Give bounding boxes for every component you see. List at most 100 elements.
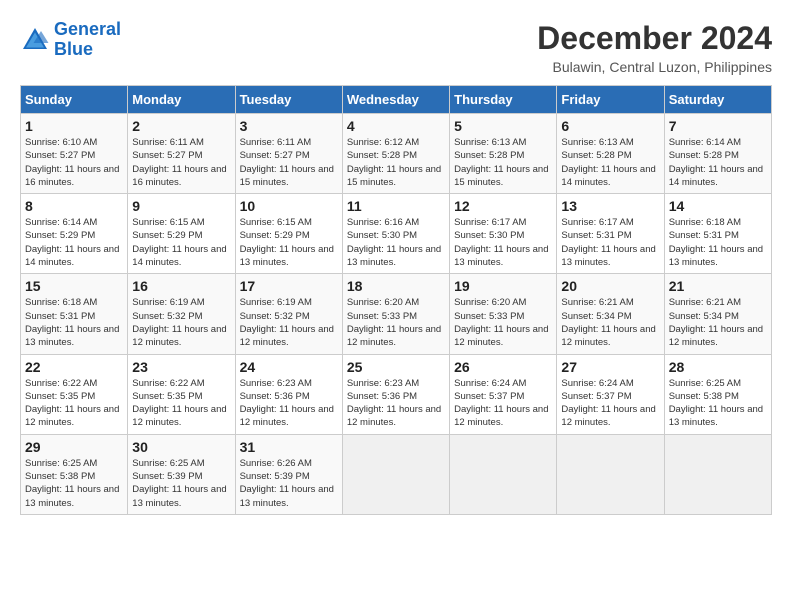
day-number: 3 — [240, 118, 338, 134]
day-number: 18 — [347, 278, 445, 294]
sunset-text: Sunset: 5:37 PM — [561, 391, 631, 402]
sunset-text: Sunset: 5:38 PM — [669, 391, 739, 402]
calendar-cell: 10 Sunrise: 6:15 AM Sunset: 5:29 PM Dayl… — [235, 194, 342, 274]
calendar-cell: 6 Sunrise: 6:13 AM Sunset: 5:28 PM Dayli… — [557, 114, 664, 194]
week-row-5: 29 Sunrise: 6:25 AM Sunset: 5:38 PM Dayl… — [21, 434, 772, 514]
logo-text: General Blue — [54, 20, 121, 60]
weekday-sunday: Sunday — [21, 86, 128, 114]
day-number: 6 — [561, 118, 659, 134]
daylight-text: Daylight: 11 hours and 16 minutes. — [25, 164, 119, 188]
day-detail: Sunrise: 6:24 AM Sunset: 5:37 PM Dayligh… — [454, 377, 552, 430]
sunrise-text: Sunrise: 6:23 AM — [347, 378, 419, 389]
daylight-text: Daylight: 11 hours and 13 minutes. — [240, 244, 334, 268]
day-detail: Sunrise: 6:26 AM Sunset: 5:39 PM Dayligh… — [240, 457, 338, 510]
calendar-cell: 13 Sunrise: 6:17 AM Sunset: 5:31 PM Dayl… — [557, 194, 664, 274]
day-number: 4 — [347, 118, 445, 134]
day-number: 10 — [240, 198, 338, 214]
calendar-cell: 22 Sunrise: 6:22 AM Sunset: 5:35 PM Dayl… — [21, 354, 128, 434]
calendar-cell — [664, 434, 771, 514]
day-detail: Sunrise: 6:14 AM Sunset: 5:28 PM Dayligh… — [669, 136, 767, 189]
calendar-cell — [557, 434, 664, 514]
sunrise-text: Sunrise: 6:10 AM — [25, 137, 97, 148]
sunrise-text: Sunrise: 6:14 AM — [25, 217, 97, 228]
sunset-text: Sunset: 5:34 PM — [561, 311, 631, 322]
sunset-text: Sunset: 5:36 PM — [347, 391, 417, 402]
sunrise-text: Sunrise: 6:19 AM — [132, 297, 204, 308]
day-detail: Sunrise: 6:23 AM Sunset: 5:36 PM Dayligh… — [347, 377, 445, 430]
sunset-text: Sunset: 5:31 PM — [561, 230, 631, 241]
day-detail: Sunrise: 6:19 AM Sunset: 5:32 PM Dayligh… — [240, 296, 338, 349]
sunset-text: Sunset: 5:29 PM — [25, 230, 95, 241]
day-detail: Sunrise: 6:23 AM Sunset: 5:36 PM Dayligh… — [240, 377, 338, 430]
sunset-text: Sunset: 5:28 PM — [561, 150, 631, 161]
calendar-cell: 19 Sunrise: 6:20 AM Sunset: 5:33 PM Dayl… — [450, 274, 557, 354]
sunset-text: Sunset: 5:29 PM — [132, 230, 202, 241]
page-header: General Blue December 2024 Bulawin, Cent… — [20, 20, 772, 75]
daylight-text: Daylight: 11 hours and 12 minutes. — [347, 324, 441, 348]
day-detail: Sunrise: 6:22 AM Sunset: 5:35 PM Dayligh… — [25, 377, 123, 430]
calendar-cell: 20 Sunrise: 6:21 AM Sunset: 5:34 PM Dayl… — [557, 274, 664, 354]
daylight-text: Daylight: 11 hours and 12 minutes. — [561, 404, 655, 428]
daylight-text: Daylight: 11 hours and 15 minutes. — [240, 164, 334, 188]
sunrise-text: Sunrise: 6:12 AM — [347, 137, 419, 148]
day-detail: Sunrise: 6:18 AM Sunset: 5:31 PM Dayligh… — [25, 296, 123, 349]
sunset-text: Sunset: 5:34 PM — [669, 311, 739, 322]
daylight-text: Daylight: 11 hours and 13 minutes. — [132, 484, 226, 508]
weekday-saturday: Saturday — [664, 86, 771, 114]
daylight-text: Daylight: 11 hours and 14 minutes. — [25, 244, 119, 268]
week-row-1: 1 Sunrise: 6:10 AM Sunset: 5:27 PM Dayli… — [21, 114, 772, 194]
day-number: 20 — [561, 278, 659, 294]
daylight-text: Daylight: 11 hours and 12 minutes. — [347, 404, 441, 428]
title-block: December 2024 Bulawin, Central Luzon, Ph… — [537, 20, 772, 75]
day-number: 28 — [669, 359, 767, 375]
daylight-text: Daylight: 11 hours and 12 minutes. — [240, 324, 334, 348]
calendar-cell: 9 Sunrise: 6:15 AM Sunset: 5:29 PM Dayli… — [128, 194, 235, 274]
calendar-cell: 27 Sunrise: 6:24 AM Sunset: 5:37 PM Dayl… — [557, 354, 664, 434]
sunrise-text: Sunrise: 6:17 AM — [454, 217, 526, 228]
day-number: 2 — [132, 118, 230, 134]
daylight-text: Daylight: 11 hours and 13 minutes. — [240, 484, 334, 508]
weekday-tuesday: Tuesday — [235, 86, 342, 114]
week-row-4: 22 Sunrise: 6:22 AM Sunset: 5:35 PM Dayl… — [21, 354, 772, 434]
sunset-text: Sunset: 5:32 PM — [132, 311, 202, 322]
day-number: 9 — [132, 198, 230, 214]
sunset-text: Sunset: 5:39 PM — [240, 471, 310, 482]
day-number: 8 — [25, 198, 123, 214]
daylight-text: Daylight: 11 hours and 13 minutes. — [669, 244, 763, 268]
weekday-wednesday: Wednesday — [342, 86, 449, 114]
sunset-text: Sunset: 5:35 PM — [25, 391, 95, 402]
daylight-text: Daylight: 11 hours and 12 minutes. — [132, 404, 226, 428]
calendar-cell: 4 Sunrise: 6:12 AM Sunset: 5:28 PM Dayli… — [342, 114, 449, 194]
sunset-text: Sunset: 5:36 PM — [240, 391, 310, 402]
day-number: 11 — [347, 198, 445, 214]
location: Bulawin, Central Luzon, Philippines — [537, 59, 772, 75]
daylight-text: Daylight: 11 hours and 12 minutes. — [561, 324, 655, 348]
day-number: 5 — [454, 118, 552, 134]
daylight-text: Daylight: 11 hours and 13 minutes. — [454, 244, 548, 268]
calendar-cell: 24 Sunrise: 6:23 AM Sunset: 5:36 PM Dayl… — [235, 354, 342, 434]
sunrise-text: Sunrise: 6:18 AM — [25, 297, 97, 308]
daylight-text: Daylight: 11 hours and 12 minutes. — [25, 404, 119, 428]
day-detail: Sunrise: 6:11 AM Sunset: 5:27 PM Dayligh… — [240, 136, 338, 189]
daylight-text: Daylight: 11 hours and 13 minutes. — [25, 324, 119, 348]
sunset-text: Sunset: 5:28 PM — [347, 150, 417, 161]
daylight-text: Daylight: 11 hours and 14 minutes. — [132, 244, 226, 268]
day-number: 24 — [240, 359, 338, 375]
day-detail: Sunrise: 6:10 AM Sunset: 5:27 PM Dayligh… — [25, 136, 123, 189]
calendar-cell: 18 Sunrise: 6:20 AM Sunset: 5:33 PM Dayl… — [342, 274, 449, 354]
sunrise-text: Sunrise: 6:11 AM — [240, 137, 312, 148]
calendar-body: 1 Sunrise: 6:10 AM Sunset: 5:27 PM Dayli… — [21, 114, 772, 515]
sunrise-text: Sunrise: 6:24 AM — [561, 378, 633, 389]
sunset-text: Sunset: 5:28 PM — [454, 150, 524, 161]
daylight-text: Daylight: 11 hours and 15 minutes. — [347, 164, 441, 188]
calendar-cell: 25 Sunrise: 6:23 AM Sunset: 5:36 PM Dayl… — [342, 354, 449, 434]
sunset-text: Sunset: 5:29 PM — [240, 230, 310, 241]
calendar-cell — [450, 434, 557, 514]
day-number: 14 — [669, 198, 767, 214]
day-detail: Sunrise: 6:25 AM Sunset: 5:38 PM Dayligh… — [669, 377, 767, 430]
daylight-text: Daylight: 11 hours and 14 minutes. — [669, 164, 763, 188]
sunrise-text: Sunrise: 6:20 AM — [454, 297, 526, 308]
calendar-cell: 15 Sunrise: 6:18 AM Sunset: 5:31 PM Dayl… — [21, 274, 128, 354]
sunrise-text: Sunrise: 6:23 AM — [240, 378, 312, 389]
sunrise-text: Sunrise: 6:21 AM — [669, 297, 741, 308]
